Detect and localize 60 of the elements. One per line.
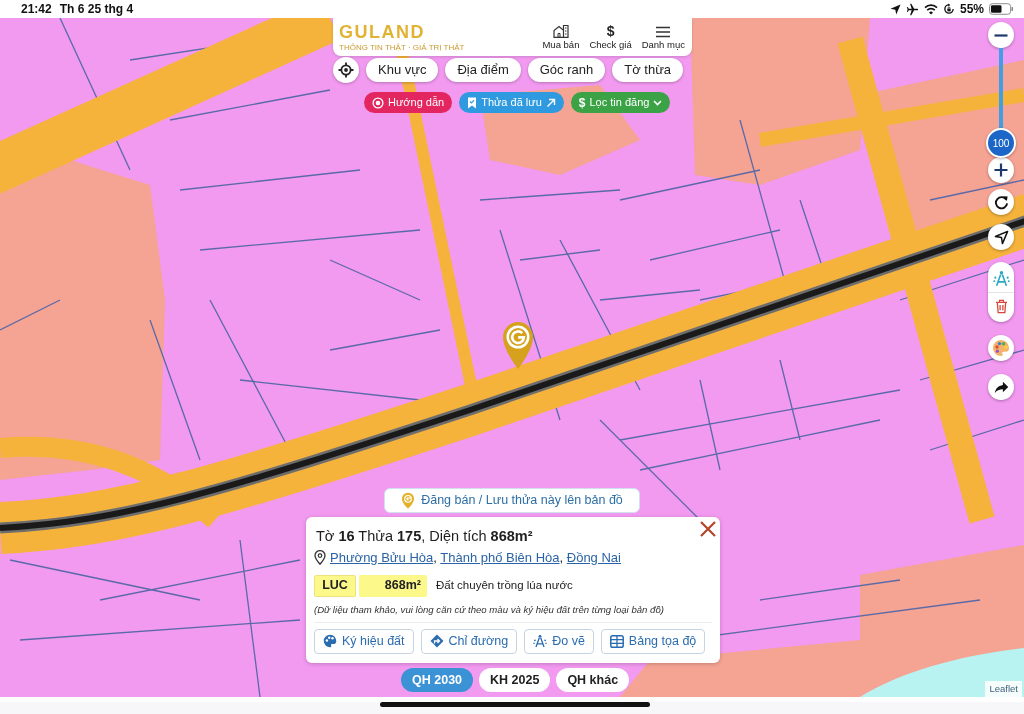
map-pin-icon[interactable]	[501, 320, 535, 370]
wifi-icon	[923, 3, 938, 15]
table-icon	[609, 634, 624, 648]
disclaimer-note: (Dữ liệu tham khảo, vui lòng căn cứ theo màu và ký hiệu đất trên từng loại bản đồ)	[314, 602, 665, 617]
nav-button[interactable]: Mua bán	[539, 24, 583, 50]
address-line: Phường Bửu Hòa, Thành phố Biên Hòa, Đồng Nai	[330, 549, 621, 567]
zoom-slider[interactable]: 100	[986, 48, 1016, 158]
parcel-title: Tờ 16 Thửa 175, Diện tích 868m²	[316, 527, 534, 545]
search-mode-button[interactable]: Tờ thừa	[612, 58, 684, 82]
measure-draw-button[interactable]: Đo vẽ	[524, 628, 594, 654]
trash-icon	[994, 299, 1008, 314]
close-icon[interactable]	[699, 520, 717, 538]
minus-icon	[994, 33, 1008, 37]
time-text: 21:42	[21, 1, 52, 18]
logo-tagline: THÔNG TIN THẬT · GIÁ TRỊ THẬT	[339, 43, 465, 52]
land-use-description: Đất chuyên trồng lúa nước	[436, 577, 573, 593]
drafting-compass-icon	[992, 269, 1010, 287]
land-use-code-tag: LUC	[314, 574, 356, 597]
navigation-arrow-icon	[993, 229, 1009, 245]
bookmark-icon	[467, 96, 478, 109]
dollar-icon: $	[606, 24, 615, 39]
search-mode-button[interactable]: Góc ranh	[527, 58, 606, 82]
dollar-icon: $	[578, 93, 586, 112]
arrow-up-right-icon	[545, 97, 556, 108]
guide-button[interactable]: Hướng dẫn	[364, 92, 453, 113]
map-layer-tab[interactable]: QH khác	[556, 668, 630, 692]
location-pin-icon	[314, 550, 326, 566]
nav-button[interactable]: $ Check giá	[586, 24, 635, 50]
plus-icon	[994, 163, 1008, 177]
share-arrow-icon	[993, 380, 1009, 394]
refresh-icon	[993, 194, 1009, 210]
address-link[interactable]: Thành phố Biên Hòa	[440, 550, 560, 565]
battery-icon	[989, 3, 1014, 15]
drafting-compass-icon	[533, 634, 548, 649]
battery-percent: 55%	[959, 1, 984, 18]
chevron-down-icon	[653, 99, 663, 106]
search-mode-button[interactable]: Địa điểm	[445, 58, 521, 82]
coordinates-table-button[interactable]: Bảng tọa độ	[600, 628, 706, 654]
land-symbols-button[interactable]: Ký hiệu đất	[314, 628, 414, 654]
rotation-lock-icon	[942, 3, 955, 15]
location-arrow-icon	[889, 3, 901, 15]
map-layer-tab[interactable]: QH 2030	[401, 668, 474, 692]
airplane-icon	[905, 2, 919, 16]
publish-parcel-button[interactable]: Đăng bán / Lưu thửa này lên bản đồ	[384, 488, 640, 513]
date-text: Th 6 25 thg 4	[59, 1, 134, 18]
target-icon	[372, 96, 384, 109]
land-area-tag: 868m²	[359, 574, 427, 597]
menu-icon	[655, 26, 672, 39]
pin-icon	[401, 492, 416, 509]
directions-button[interactable]: Chỉ đường	[420, 628, 518, 654]
palette-icon	[992, 339, 1010, 357]
listing-filter-button[interactable]: $ Lọc tin đăng	[570, 92, 671, 113]
building-icon	[552, 24, 569, 39]
address-link[interactable]: Đồng Nai	[566, 550, 621, 565]
crosshair-icon	[338, 62, 354, 78]
search-mode-button[interactable]: Khu vực	[366, 58, 439, 82]
palette-icon	[323, 634, 337, 649]
diamond-arrow-icon	[429, 634, 444, 649]
nav-button[interactable]: Danh mục	[638, 26, 688, 50]
map-layer-tab[interactable]: KH 2025	[479, 668, 551, 692]
